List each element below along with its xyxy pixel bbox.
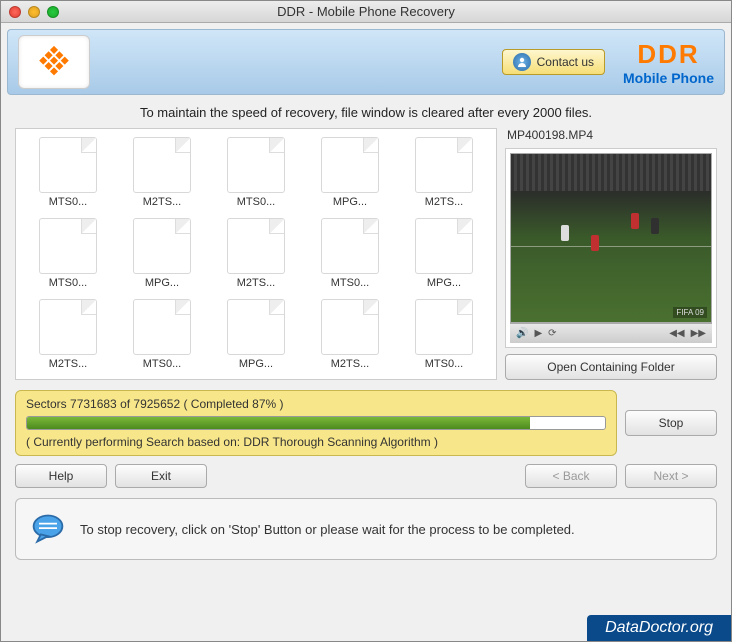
window-controls [9, 6, 59, 18]
progress-status: Sectors 7731683 of 7925652 ( Completed 8… [15, 390, 617, 456]
minimize-icon[interactable] [28, 6, 40, 18]
progress-fill [27, 417, 530, 429]
file-icon [133, 137, 191, 193]
file-item[interactable]: MPG... [212, 299, 300, 370]
titlebar: DDR - Mobile Phone Recovery [1, 1, 731, 23]
file-icon [321, 218, 379, 274]
file-item[interactable]: M2TS... [212, 218, 300, 289]
video-controls: 🔊 ▶ ⟳ ◀◀ ▶▶ [510, 323, 712, 343]
exit-button[interactable]: Exit [115, 464, 207, 488]
file-item[interactable]: MTS0... [24, 137, 112, 208]
file-icon [321, 299, 379, 355]
file-item[interactable]: MTS0... [24, 218, 112, 289]
file-label: MTS0... [409, 358, 479, 370]
file-label: MPG... [409, 277, 479, 289]
file-icon [133, 299, 191, 355]
file-icon [39, 218, 97, 274]
notice-text: To maintain the speed of recovery, file … [15, 105, 717, 120]
person-icon [513, 53, 531, 71]
chat-bubble-icon [30, 511, 66, 547]
file-item[interactable]: M2TS... [24, 299, 112, 370]
file-icon [321, 137, 379, 193]
progress-bar [26, 416, 606, 430]
file-label: MTS0... [315, 277, 385, 289]
sectors-line: Sectors 7731683 of 7925652 ( Completed 8… [26, 397, 606, 411]
file-label: M2TS... [127, 196, 197, 208]
file-icon [415, 218, 473, 274]
play-icon[interactable]: ▶ [534, 328, 542, 339]
file-item[interactable]: MTS0... [212, 137, 300, 208]
file-label: MTS0... [221, 196, 291, 208]
file-icon [415, 299, 473, 355]
tip-box: To stop recovery, click on 'Stop' Button… [15, 498, 717, 560]
brand-sub: Mobile Phone [623, 70, 714, 86]
file-item[interactable]: MTS0... [400, 299, 488, 370]
file-label: M2TS... [33, 358, 103, 370]
file-item[interactable]: MTS0... [118, 299, 206, 370]
loop-icon[interactable]: ⟳ [548, 328, 556, 339]
preview-watermark: FIFA 09 [673, 307, 707, 318]
file-item[interactable]: MPG... [118, 218, 206, 289]
preview-panel: FIFA 09 🔊 ▶ ⟳ ◀◀ ▶▶ [505, 148, 717, 348]
file-label: MTS0... [127, 358, 197, 370]
next-icon[interactable]: ▶▶ [691, 328, 706, 339]
file-label: M2TS... [409, 196, 479, 208]
file-label: MPG... [127, 277, 197, 289]
file-icon [39, 299, 97, 355]
footer-brand: DataDoctor.org [587, 615, 731, 641]
app-window: DDR - Mobile Phone Recovery Contact us D… [0, 0, 732, 642]
back-button[interactable]: < Back [525, 464, 617, 488]
contact-us-button[interactable]: Contact us [502, 49, 605, 75]
file-item[interactable]: M2TS... [400, 137, 488, 208]
preview-filename: MP400198.MP4 [505, 128, 717, 142]
help-button[interactable]: Help [15, 464, 107, 488]
file-icon [39, 137, 97, 193]
file-label: MTS0... [33, 277, 103, 289]
file-icon [415, 137, 473, 193]
file-icon [133, 218, 191, 274]
file-item[interactable]: M2TS... [118, 137, 206, 208]
file-label: MPG... [221, 358, 291, 370]
header-banner: Contact us DDR Mobile Phone [7, 29, 725, 95]
file-label: M2TS... [315, 358, 385, 370]
file-grid-panel: MTS0... M2TS... MTS0... MPG... M2TS... MTS0..… [15, 128, 497, 380]
logo-icon [35, 43, 73, 81]
file-icon [227, 137, 285, 193]
stop-button[interactable]: Stop [625, 410, 717, 436]
open-folder-button[interactable]: Open Containing Folder [505, 354, 717, 380]
tip-text: To stop recovery, click on 'Stop' Button… [80, 522, 575, 537]
app-logo [18, 35, 90, 89]
file-icon [227, 218, 285, 274]
brand-block: DDR Mobile Phone [623, 39, 714, 86]
close-icon[interactable] [9, 6, 21, 18]
file-label: MPG... [315, 196, 385, 208]
maximize-icon[interactable] [47, 6, 59, 18]
preview-image[interactable]: FIFA 09 [510, 153, 712, 323]
prev-icon[interactable]: ◀◀ [669, 328, 684, 339]
algorithm-line: ( Currently performing Search based on: … [26, 435, 606, 449]
brand-main: DDR [623, 39, 714, 70]
file-item[interactable]: MPG... [306, 137, 394, 208]
next-button[interactable]: Next > [625, 464, 717, 488]
file-item[interactable]: M2TS... [306, 299, 394, 370]
window-title: DDR - Mobile Phone Recovery [1, 4, 731, 19]
file-icon [227, 299, 285, 355]
volume-icon[interactable]: 🔊 [516, 328, 528, 339]
file-label: M2TS... [221, 277, 291, 289]
file-item[interactable]: MTS0... [306, 218, 394, 289]
file-item[interactable]: MPG... [400, 218, 488, 289]
contact-label: Contact us [537, 55, 594, 69]
file-label: MTS0... [33, 196, 103, 208]
